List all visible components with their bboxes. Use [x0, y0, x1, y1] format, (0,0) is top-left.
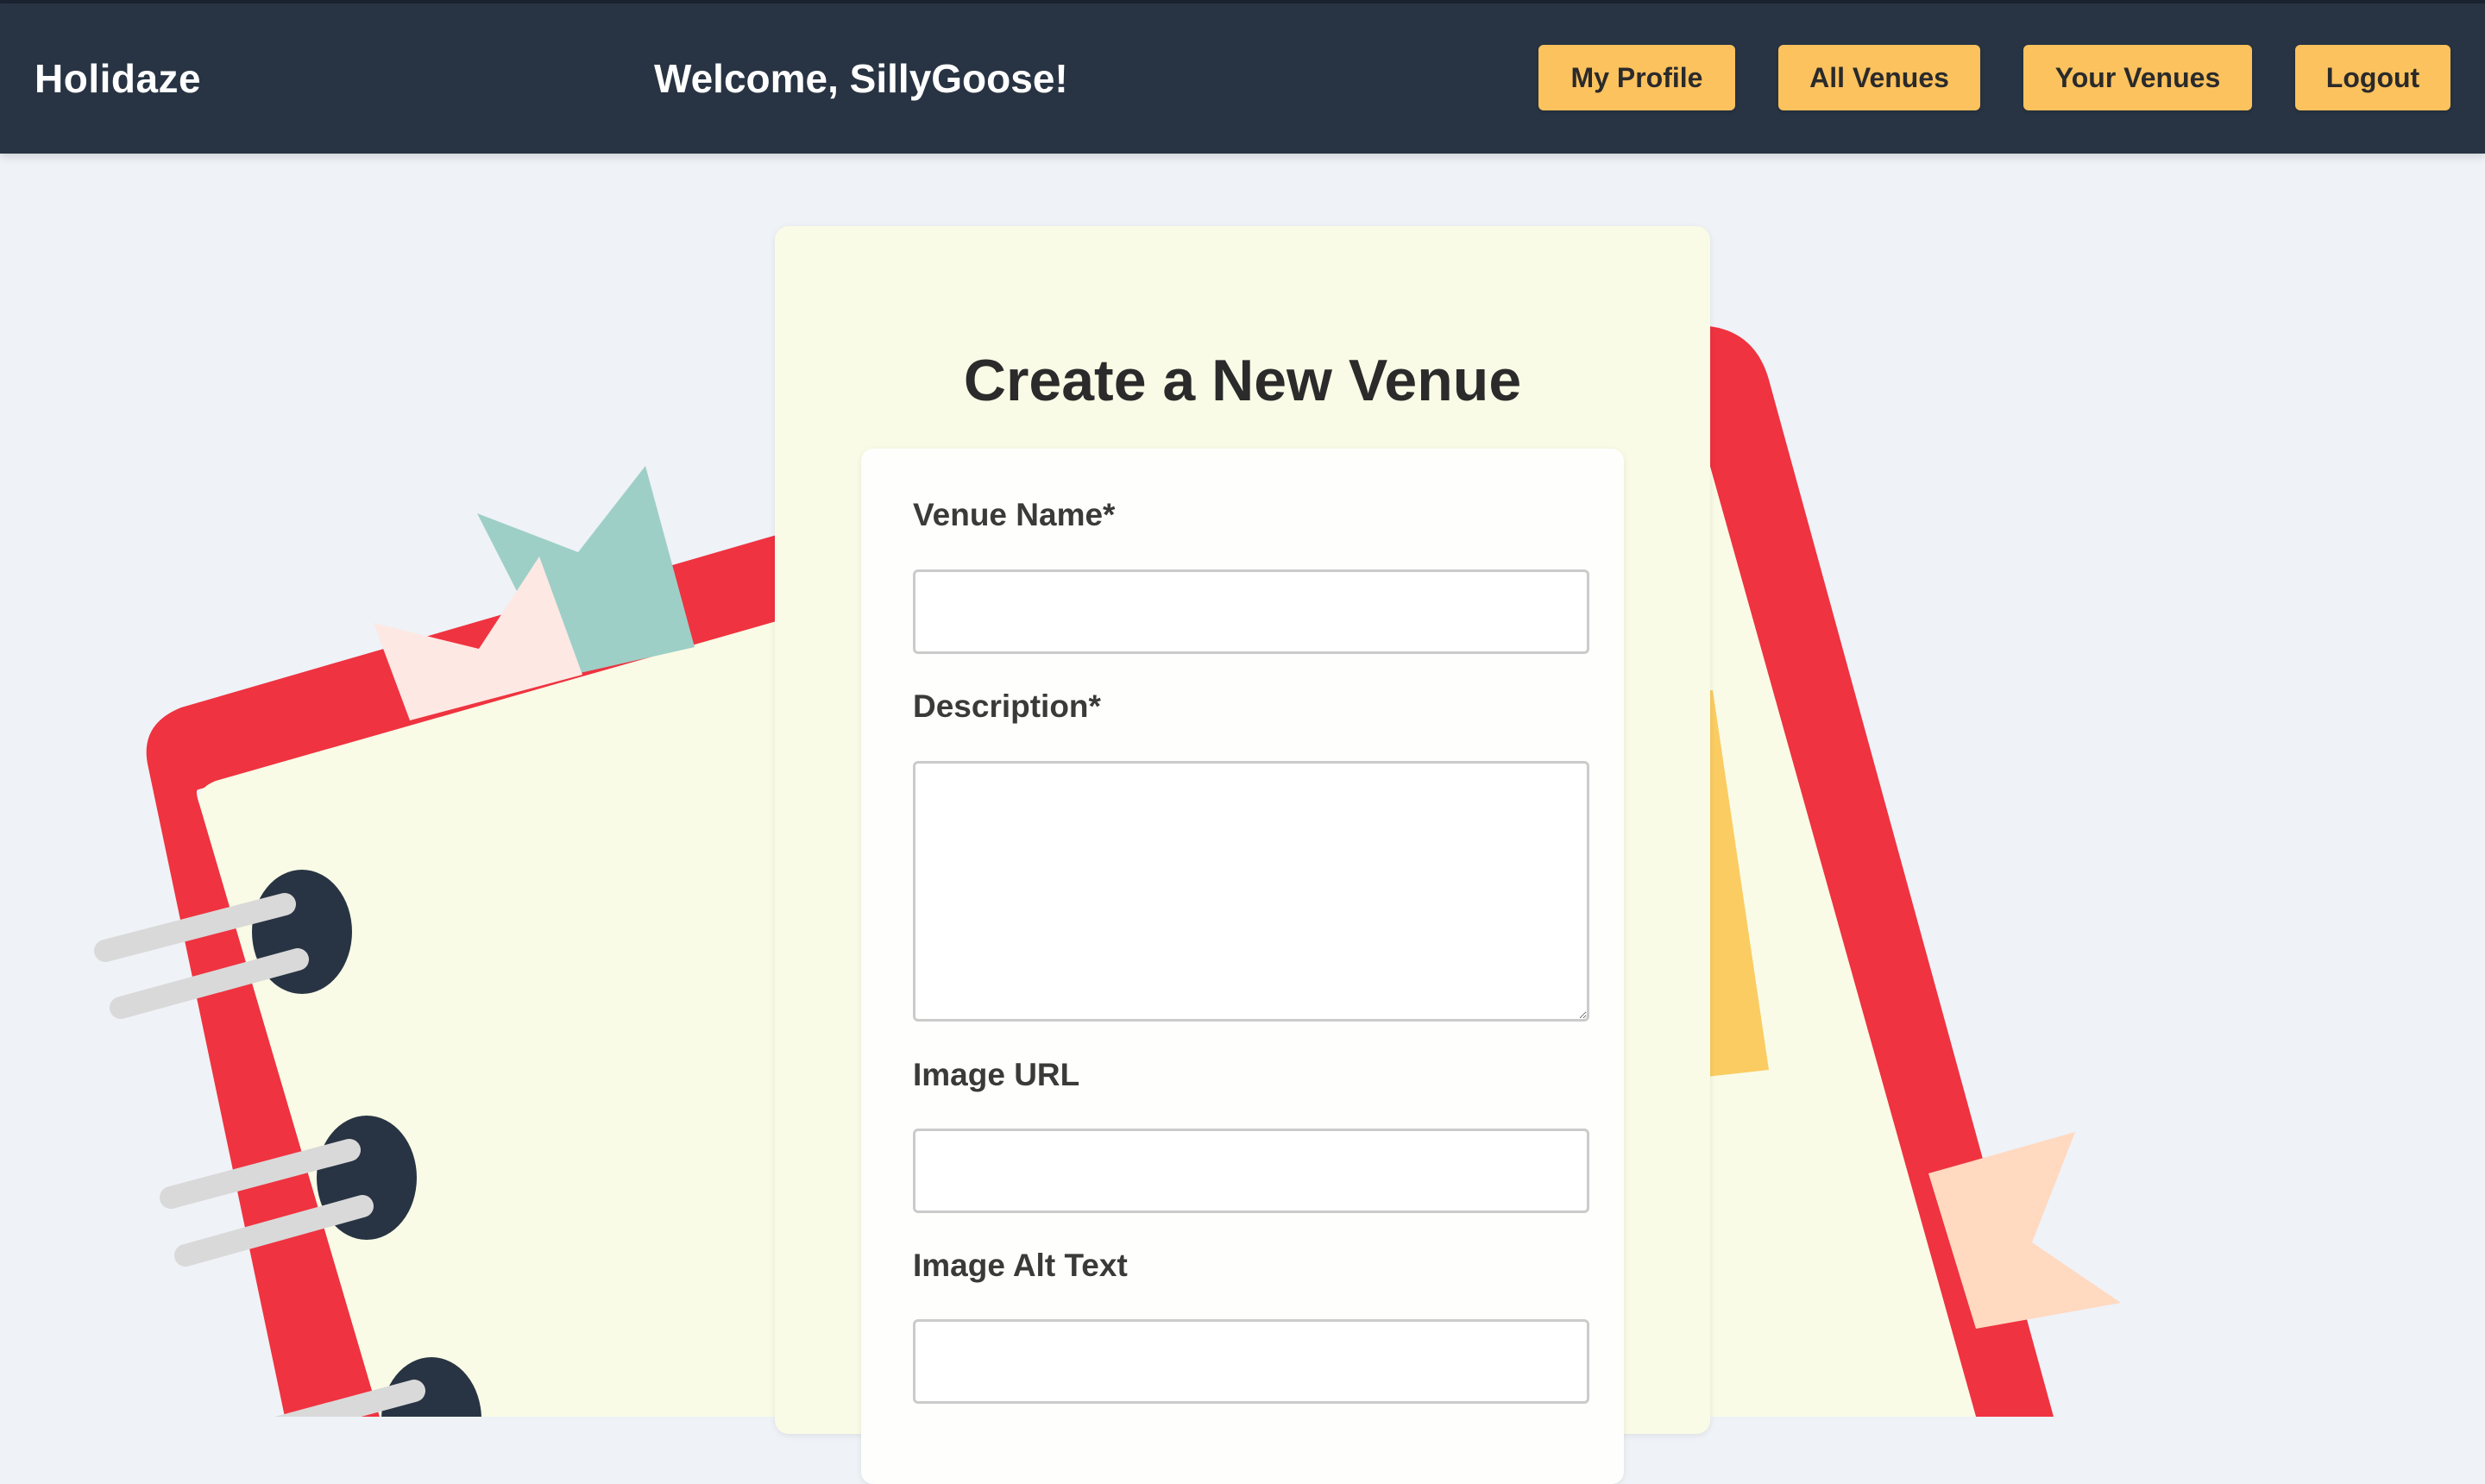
description-textarea[interactable]: [913, 761, 1589, 1022]
venue-name-label: Venue Name*: [913, 497, 1116, 532]
left-notebook: [94, 466, 777, 1417]
your-venues-button[interactable]: Your Venues: [2023, 45, 2252, 110]
venue-form: Venue Name* Description* Image URL Image…: [861, 449, 1624, 1484]
logout-button[interactable]: Logout: [2295, 45, 2450, 110]
image-alt-text-input[interactable]: [913, 1319, 1589, 1404]
image-url-label: Image URL: [913, 1057, 1080, 1092]
description-label: Description*: [913, 689, 1101, 724]
all-venues-button[interactable]: All Venues: [1778, 45, 1980, 110]
image-alt-text-label: Image Alt Text: [913, 1248, 1128, 1283]
top-navbar: Holidaze Welcome, SillyGoose! My Profile…: [0, 3, 2485, 154]
my-profile-button[interactable]: My Profile: [1538, 45, 1735, 110]
image-url-input[interactable]: [913, 1129, 1589, 1213]
welcome-message: Welcome, SillyGoose!: [654, 56, 1068, 101]
right-notebook: [1683, 325, 2121, 1417]
venue-name-input[interactable]: [913, 569, 1589, 654]
create-venue-card: Create a New Venue Venue Name* Descripti…: [775, 226, 1710, 1484]
brand-logo[interactable]: Holidaze: [35, 55, 201, 102]
page-title: Create a New Venue: [963, 348, 1522, 413]
